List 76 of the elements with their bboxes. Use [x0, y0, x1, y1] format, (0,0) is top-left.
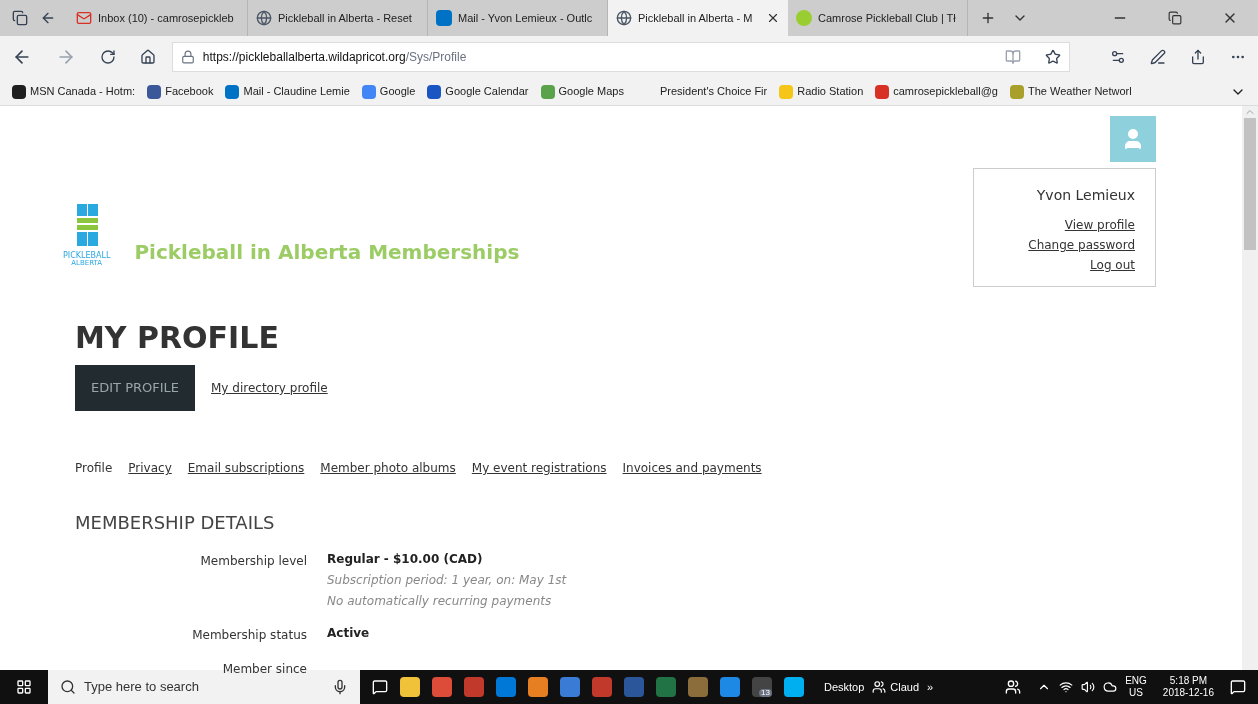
field-label: Membership level: [199, 553, 307, 570]
field-label: Membership status: [191, 627, 307, 644]
bookmark-link[interactable]: Google Calendar: [427, 83, 529, 100]
address-field[interactable]: https://pickleballalberta.wildapricot.org/Sys/Profile: [171, 42, 1071, 72]
desktop-toolbar-label[interactable]: Desktop: [824, 678, 865, 696]
bookmark-link[interactable]: Radio Station: [779, 83, 864, 100]
field-note: No automatically recurring payments: [327, 593, 553, 610]
page-heading: MY PROFILE: [75, 323, 280, 353]
taskbar-app-icon[interactable]: [784, 677, 804, 697]
wifi-icon[interactable]: [1059, 680, 1074, 694]
scrollbar-thumb[interactable]: [1244, 118, 1256, 250]
menu-link[interactable]: Change password: [1028, 236, 1135, 254]
new-tab-icon[interactable]: [980, 10, 996, 26]
taskbar-app-icon[interactable]: [720, 677, 740, 697]
taskbar-app-icon[interactable]: [560, 677, 580, 697]
microphone-icon[interactable]: [332, 679, 348, 695]
taskbar-app-icon[interactable]: 13: [752, 677, 772, 697]
directory-link[interactable]: My directory profile: [211, 379, 328, 397]
home-icon[interactable]: [139, 49, 156, 65]
section-title: MEMBERSHIP DETAILS: [75, 511, 276, 535]
mail-app-icon: [436, 10, 452, 26]
refresh-icon[interactable]: [99, 49, 116, 65]
bookmark-link[interactable]: Facebook: [147, 83, 214, 100]
field-note: Subscription period: 1 year, on: May 1st: [327, 572, 567, 589]
profile-tab[interactable]: Profile: [75, 459, 113, 477]
notification-badge: 13: [759, 689, 772, 697]
lock-icon: [180, 50, 195, 64]
bookmark-link[interactable]: Mail - Claudine Lemie: [225, 83, 350, 100]
volume-icon[interactable]: [1081, 680, 1096, 694]
taskbar-app-icon[interactable]: [528, 677, 548, 697]
site-title: Pickleball in Alberta Memberships: [134, 239, 520, 266]
globe-icon: [256, 10, 272, 26]
browser-tab[interactable]: Pickleball in Alberta - M: [608, 0, 788, 36]
clock[interactable]: 5:18 PM 2018-12-16: [1162, 674, 1214, 700]
globe-icon: [616, 10, 632, 26]
taskbar-app-icon[interactable]: [432, 677, 452, 697]
taskbar-app-icon[interactable]: [496, 677, 516, 697]
share-icon[interactable]: [1190, 49, 1206, 65]
menu-link[interactable]: View profile: [1064, 216, 1135, 234]
bookmark-link[interactable]: The Weather Networl: [1009, 83, 1132, 100]
field-value: Active: [327, 625, 370, 642]
bookmark-link[interactable]: MSN Canada - Hotm:: [12, 83, 136, 100]
taskbar-app-icon[interactable]: [464, 677, 484, 697]
profile-tab[interactable]: Member photo albums: [320, 459, 456, 477]
taskbar-app-icon[interactable]: [592, 677, 612, 697]
profile-tab[interactable]: Privacy: [128, 459, 172, 477]
profile-tab[interactable]: Invoices and payments: [622, 459, 762, 477]
mail-icon: [76, 10, 92, 26]
bookmark-link[interactable]: camrosepickleball@g: [875, 83, 998, 100]
language-indicator[interactable]: ENG US: [1125, 674, 1147, 700]
cloud-icon[interactable]: [1103, 680, 1118, 694]
edit-profile-button[interactable]: EDIT PROFILE: [75, 365, 195, 411]
pen-icon[interactable]: [1150, 49, 1167, 65]
people-icon[interactable]: [1005, 679, 1022, 695]
taskbar-app-icon[interactable]: [400, 677, 420, 697]
star-icon[interactable]: [1045, 49, 1062, 65]
reading-view-icon[interactable]: [1005, 49, 1022, 65]
restore-icon[interactable]: [1168, 11, 1182, 25]
bookmark-link[interactable]: Google Maps: [540, 83, 624, 100]
tabs-icon[interactable]: [12, 10, 28, 26]
profile-tab[interactable]: My event registrations: [471, 459, 607, 477]
more-toolbar-label[interactable]: »: [927, 678, 934, 696]
user-label[interactable]: Claud: [890, 678, 920, 696]
close-icon[interactable]: [766, 11, 780, 25]
set-aside-tabs-icon[interactable]: [40, 10, 56, 26]
menu-link[interactable]: Log out: [1090, 256, 1135, 274]
windows-start-icon[interactable]: [16, 679, 32, 695]
field-value: Regular - $10.00 (CAD): [327, 551, 484, 568]
bookmark-link[interactable]: Google: [361, 83, 416, 100]
profile-tab[interactable]: Email subscriptions: [187, 459, 305, 477]
bookmark-link[interactable]: President's Choice Fir: [659, 83, 768, 100]
taskbar-app-icon[interactable]: [656, 677, 676, 697]
search-icon: [60, 679, 76, 695]
taskbar-app-icon[interactable]: [688, 677, 708, 697]
user-name: Yvon Lemieux: [1036, 186, 1135, 205]
notifications-icon[interactable]: [1230, 679, 1246, 695]
